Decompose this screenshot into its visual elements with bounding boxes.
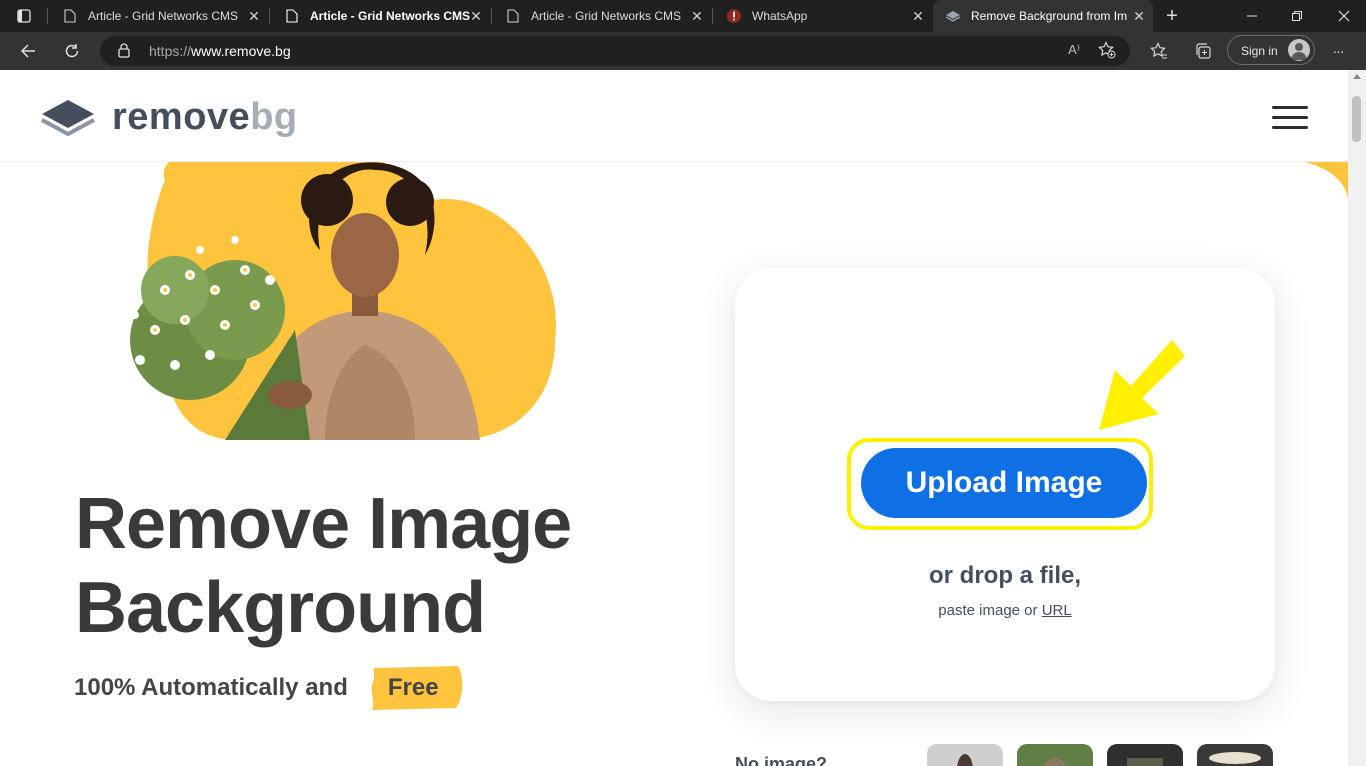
headline-line-2: Background bbox=[75, 568, 486, 648]
close-icon[interactable]: ✕ bbox=[910, 8, 926, 24]
paste-text: paste image or URL bbox=[735, 602, 1275, 619]
url-host: www.remove.bg bbox=[191, 43, 291, 59]
free-badge: Free bbox=[368, 666, 463, 710]
tab-label: Remove Background from Im bbox=[971, 9, 1128, 23]
close-icon[interactable]: ✕ bbox=[468, 8, 484, 24]
tab-whatsapp[interactable]: WhatsApp ✕ bbox=[714, 0, 932, 32]
read-aloud-icon[interactable]: A⁾ bbox=[1068, 42, 1080, 58]
sample-image-4[interactable] bbox=[1197, 744, 1273, 766]
upload-image-button[interactable]: Upload Image bbox=[861, 448, 1147, 518]
sign-in-button[interactable]: Sign in bbox=[1227, 35, 1315, 65]
window-close-icon[interactable] bbox=[1330, 2, 1358, 30]
tab-separator bbox=[712, 8, 713, 24]
more-options-icon[interactable]: ··· bbox=[1324, 37, 1352, 65]
sign-in-label: Sign in bbox=[1241, 44, 1278, 58]
drop-file-text: or drop a file, bbox=[928, 562, 1081, 589]
tab-separator bbox=[491, 8, 492, 24]
lock-icon[interactable] bbox=[118, 43, 130, 63]
subtitle-text: 100% Automatically and bbox=[74, 674, 348, 701]
close-icon[interactable]: ✕ bbox=[246, 8, 262, 24]
tab-label: Article - Grid Networks CMS bbox=[88, 9, 239, 23]
tab-article-2[interactable]: Article - Grid Networks CMS ✕ bbox=[272, 0, 490, 32]
scrollbar-thumb[interactable] bbox=[1352, 96, 1361, 142]
logo-text: removebg bbox=[112, 96, 298, 139]
page-title: Remove Image Background bbox=[75, 482, 572, 650]
tab-article-3[interactable]: Article - Grid Networks CMS ✕ bbox=[493, 0, 711, 32]
url-prefix: https:// bbox=[149, 43, 192, 59]
collections-icon[interactable] bbox=[1189, 37, 1217, 65]
page-icon bbox=[284, 8, 300, 24]
logo-mark-icon bbox=[41, 99, 95, 136]
site-header: removebg bbox=[0, 70, 1348, 162]
tab-actions-icon[interactable] bbox=[10, 2, 38, 30]
whatsapp-alert-icon bbox=[726, 8, 742, 24]
browser-tab-bar: Article - Grid Networks CMS ✕ Article - … bbox=[0, 0, 1366, 32]
tab-separator bbox=[47, 8, 48, 24]
address-bar[interactable]: https://www.remove.bg A⁾ bbox=[100, 36, 1130, 66]
free-label: Free bbox=[387, 674, 439, 701]
refresh-icon[interactable] bbox=[58, 37, 86, 65]
favorites-icon[interactable] bbox=[1145, 37, 1173, 65]
tab-article-1[interactable]: Article - Grid Networks CMS ✕ bbox=[50, 0, 268, 32]
arrow-annotation-icon bbox=[1099, 340, 1185, 430]
tab-removebg[interactable]: Remove Background from Im ✕ bbox=[933, 0, 1153, 32]
close-icon[interactable]: ✕ bbox=[689, 8, 705, 24]
site-logo[interactable]: removebg bbox=[40, 96, 298, 139]
page-icon bbox=[62, 8, 78, 24]
hero-image bbox=[130, 145, 556, 440]
scroll-up-arrow-icon[interactable] bbox=[1353, 74, 1361, 79]
tab-label: WhatsApp bbox=[752, 9, 808, 23]
page-viewport: removebg Remove Image Background 100% Au… bbox=[0, 70, 1348, 766]
add-favorite-icon[interactable] bbox=[1098, 41, 1116, 64]
url-text[interactable]: https://www.remove.bg bbox=[149, 43, 291, 59]
browser-toolbar: https://www.remove.bg A⁾ Sign in ··· bbox=[0, 32, 1366, 70]
logo-text-main: remove bbox=[112, 96, 251, 138]
subtitle: 100% Automatically and Free bbox=[74, 666, 463, 710]
back-arrow-icon[interactable] bbox=[14, 37, 42, 65]
paste-label: paste image or bbox=[938, 602, 1038, 619]
close-icon[interactable]: ✕ bbox=[1131, 8, 1147, 24]
upload-card[interactable]: Upload Image or drop a file, paste image… bbox=[735, 268, 1275, 701]
avatar bbox=[1288, 39, 1310, 61]
sample-image-1[interactable] bbox=[927, 744, 1003, 766]
hamburger-menu-icon[interactable] bbox=[1272, 106, 1308, 129]
no-image-label: No image? bbox=[735, 754, 828, 766]
logo-text-sub: bg bbox=[250, 96, 298, 138]
restore-icon[interactable] bbox=[1283, 2, 1311, 30]
sample-image-2[interactable] bbox=[1017, 744, 1093, 766]
decorative-blob bbox=[1272, 158, 1348, 198]
headline-line-1: Remove Image bbox=[75, 484, 572, 564]
minimize-icon[interactable] bbox=[1238, 2, 1266, 30]
page-icon bbox=[505, 8, 521, 24]
url-link[interactable]: URL bbox=[1042, 602, 1072, 619]
tab-label: Article - Grid Networks CMS bbox=[531, 9, 682, 23]
removebg-icon bbox=[945, 8, 961, 24]
vertical-scrollbar[interactable] bbox=[1348, 70, 1366, 766]
sample-image-3[interactable] bbox=[1107, 744, 1183, 766]
tab-label: Article - Grid Networks CMS bbox=[310, 9, 471, 23]
new-tab-label: + bbox=[1166, 4, 1178, 27]
tab-separator bbox=[269, 8, 270, 24]
new-tab-button[interactable]: + bbox=[1158, 2, 1186, 30]
